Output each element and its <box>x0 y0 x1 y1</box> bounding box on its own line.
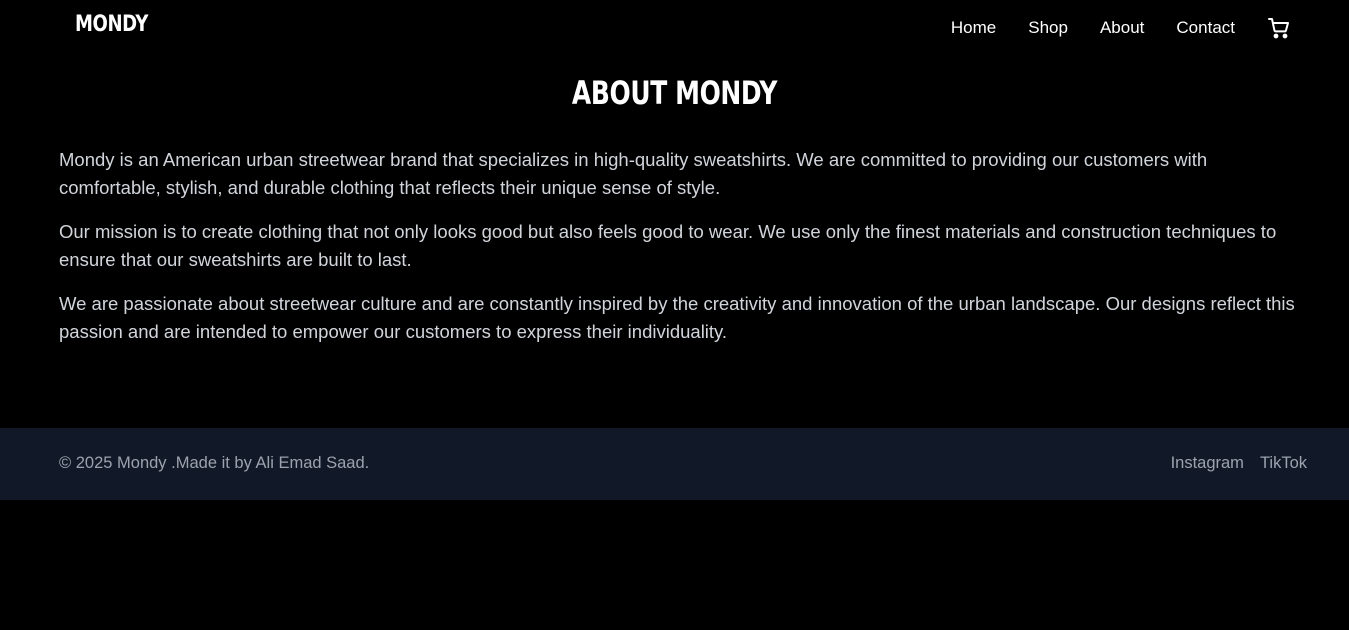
about-paragraph: Our mission is to create clothing that n… <box>59 221 1277 270</box>
nav-contact-link[interactable]: Contact <box>1176 17 1235 39</box>
nav-home-link[interactable]: Home <box>951 17 996 39</box>
about-content: Mondy is an American urban streetwear br… <box>59 146 1309 362</box>
site-header: MONDY Home Shop About Contact <box>0 0 1349 56</box>
brand-logo[interactable]: MONDY <box>75 12 148 37</box>
instagram-link[interactable]: Instagram <box>1171 452 1244 474</box>
main-nav: Home Shop About Contact <box>951 16 1291 40</box>
copyright-text: © 2025 Mondy .Made it by Ali Emad Saad. <box>59 454 370 472</box>
shopping-cart-icon[interactable] <box>1267 16 1291 40</box>
site-footer: © 2025 Mondy .Made it by Ali Emad Saad. … <box>0 428 1349 500</box>
tiktok-link[interactable]: TikTok <box>1260 452 1307 474</box>
nav-about-link[interactable]: About <box>1100 17 1144 39</box>
social-links: Instagram TikTok <box>1171 452 1307 474</box>
page-title: ABOUT MONDY <box>571 74 778 112</box>
about-paragraph: We are passionate about streetwear cultu… <box>59 293 1295 342</box>
nav-shop-link[interactable]: Shop <box>1028 17 1068 39</box>
about-paragraph: Mondy is an American urban streetwear br… <box>59 149 1208 198</box>
